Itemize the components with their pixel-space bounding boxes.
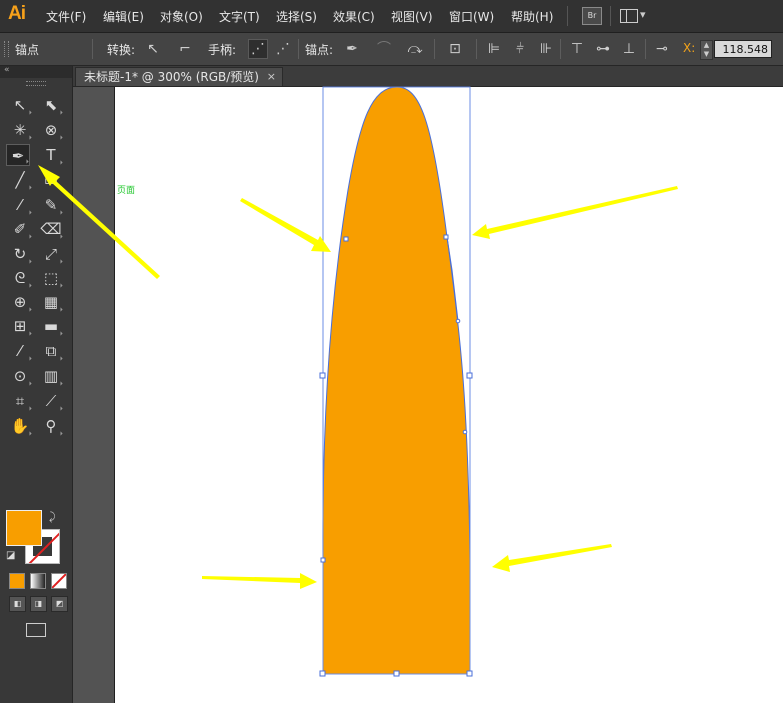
arrow-to-pen-tool [38, 165, 160, 279]
arrow-right-top [472, 186, 678, 239]
orange-shape[interactable] [322, 86, 471, 675]
arrow-right-bottom [492, 544, 612, 572]
canvas-overlay [38, 86, 678, 677]
arrow-left-bottom [202, 573, 317, 589]
arrow-left-top [240, 198, 331, 252]
